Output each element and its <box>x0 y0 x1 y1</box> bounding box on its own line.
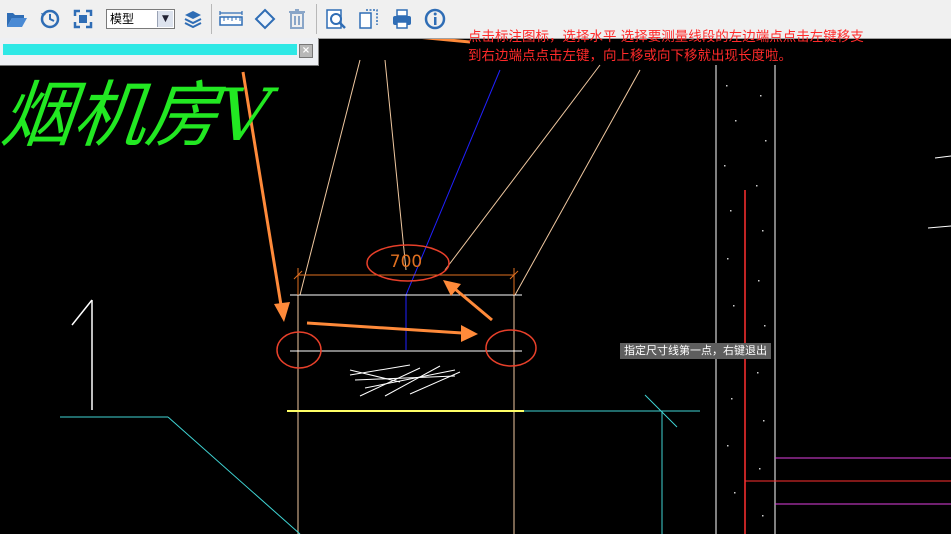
model-select-value: 模型 <box>110 12 135 26</box>
zoom-extents-icon[interactable] <box>68 4 98 34</box>
annotation-line-1: 点击标注图标，选择水平 选择要测量线段的左边端点点击左键移支 <box>468 29 864 45</box>
printer-icon[interactable] <box>387 4 417 34</box>
zoom-search-icon[interactable] <box>321 4 351 34</box>
loading-progress-bar <box>3 44 297 55</box>
layers-icon[interactable] <box>178 4 208 34</box>
room-label: 烟机房V <box>0 73 275 157</box>
dimension-ruler-icon[interactable] <box>216 4 246 34</box>
clock-history-icon[interactable] <box>35 4 65 34</box>
folder-open-icon[interactable] <box>2 4 32 34</box>
magenta-lines <box>745 457 951 505</box>
trash-icon[interactable] <box>282 4 312 34</box>
hatch-pattern <box>349 364 461 397</box>
instruction-annotation: 点击标注图标，选择水平 选择要测量线段的左边端点点击左键移支 到右边端点点击左键… <box>468 28 948 66</box>
peach-lines <box>297 59 641 534</box>
wall-section <box>715 65 776 534</box>
chevron-down-icon[interactable]: ▼ <box>157 11 173 27</box>
cyan-lines <box>60 394 700 534</box>
dimension-value: 700 <box>389 252 423 272</box>
eraser-icon[interactable] <box>250 4 280 34</box>
command-prompt-tooltip: 指定尺寸线第一点，右键退出 <box>620 343 771 359</box>
model-select[interactable]: 模型 ▼ <box>106 9 175 29</box>
info-icon[interactable] <box>420 4 450 34</box>
close-icon[interactable]: × <box>299 44 313 58</box>
right-ticks <box>927 155 951 229</box>
left-glyph <box>71 299 93 410</box>
copy-icon[interactable] <box>354 4 384 34</box>
annotation-line-2: 到右边端点点击左键，向上移或向下移就出现长度啦。 <box>468 48 792 64</box>
toolbar-separator <box>316 4 317 34</box>
toolbar-separator <box>211 4 212 34</box>
